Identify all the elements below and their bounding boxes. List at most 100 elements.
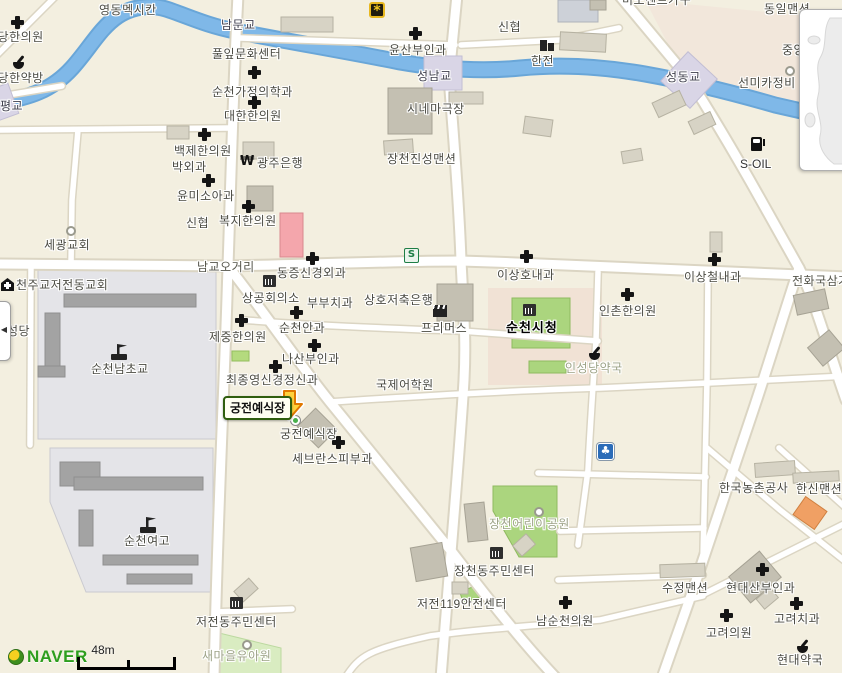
label-yunsan-obgyn[interactable]: 윤산부인과 — [389, 44, 447, 58]
gas-station-icon[interactable] — [751, 137, 762, 151]
hospital-cross-icon[interactable] — [198, 128, 211, 141]
government-building-icon[interactable] — [490, 547, 503, 559]
government-building-icon[interactable] — [230, 597, 243, 609]
label-sangho-savings-bank[interactable]: 상호저축은행 — [364, 294, 433, 308]
label-suncheon-city-hall[interactable]: 순천시청 — [506, 321, 558, 336]
label-suncheon-eye-clinic[interactable]: 순천안과 — [279, 322, 325, 336]
label-jejung-clinic[interactable]: 제중한의원 — [209, 331, 267, 345]
label-catholic-jeojeon-church[interactable]: 천주교저전동교회 — [16, 279, 108, 293]
label-saemaeul-kindergarten[interactable]: 새마을유아원 — [202, 650, 271, 664]
hospital-cross-icon[interactable] — [290, 306, 303, 319]
label-dongjeung-neurosurgery[interactable]: 동증신경외과 — [277, 267, 346, 281]
hospital-cross-icon[interactable] — [790, 597, 803, 610]
hospital-cross-icon[interactable] — [248, 66, 261, 79]
label-s-oil[interactable]: S-OIL — [740, 158, 771, 172]
pharmacy-icon[interactable] — [12, 56, 25, 69]
label-pulip-culture-center[interactable]: 풀잎문화센터 — [212, 48, 281, 62]
label-suncheon-girls-high[interactable]: 순천여고 — [124, 535, 170, 549]
label-jangcheon-childrens-park[interactable]: 장천어린이공원 — [489, 518, 570, 532]
label-segwang-church[interactable]: 세광교회 — [44, 239, 90, 253]
label-pyeong-bridge[interactable]: 평교 — [0, 100, 23, 114]
hospital-cross-icon[interactable] — [559, 596, 572, 609]
power-company-icon[interactable] — [540, 38, 555, 51]
overview-map-panel[interactable] — [799, 9, 842, 171]
hospital-cross-icon[interactable] — [248, 96, 261, 109]
label-severance-derm[interactable]: 세브란스피부과 — [292, 453, 373, 467]
park-tree-icon[interactable] — [597, 443, 614, 460]
label-mido-cent-furniture[interactable]: 미도센트가구 — [622, 0, 691, 8]
hospital-cross-icon[interactable] — [621, 288, 634, 301]
label-seonmi-car-repair[interactable]: 선미카정비 — [738, 77, 796, 91]
label-namsuncheon-clinic[interactable]: 남순천의원 — [536, 615, 594, 629]
hospital-cross-icon[interactable] — [308, 339, 321, 352]
label-bubu-dental[interactable]: 부부치과 — [307, 297, 353, 311]
label-goryeo-dental[interactable]: 고려치과 — [774, 613, 820, 627]
label-sujeong-mansion[interactable]: 수정맨션 — [662, 582, 708, 596]
junction-dot-icon[interactable] — [534, 507, 544, 517]
hospital-cross-icon[interactable] — [756, 563, 769, 576]
label-cinema-theater[interactable]: 시네마극장 — [407, 103, 465, 117]
label-hanshin-mansion[interactable]: 한신맨션 — [796, 483, 842, 497]
label-seongdong-bridge[interactable]: 성동교 — [666, 71, 701, 85]
label-baekje-clinic[interactable]: 백제한의원 — [174, 145, 232, 159]
label-international-language[interactable]: 국제어학원 — [376, 379, 434, 393]
label-hanjeon[interactable]: 한전 — [531, 55, 554, 69]
government-building-icon[interactable] — [263, 275, 276, 287]
label-goryeo-clinic[interactable]: 고려의원 — [706, 627, 752, 641]
collapse-side-panel[interactable]: ◀ — [0, 301, 11, 361]
junction-dot-icon[interactable] — [66, 226, 76, 236]
label-park-surgery[interactable]: 박외과 — [172, 161, 207, 175]
hospital-cross-icon[interactable] — [202, 174, 215, 187]
label-primus[interactable]: 프리머스 — [421, 322, 467, 336]
hospital-cross-icon[interactable] — [235, 314, 248, 327]
label-inchon-clinic[interactable]: 인촌한의원 — [599, 305, 657, 319]
label-hyundai-obgyn[interactable]: 현대산부인과 — [726, 582, 795, 596]
label-namgyo-intersection[interactable]: 남교오거리 — [197, 261, 255, 275]
label-insungdang-pharmacy[interactable]: 인성당약국 — [565, 362, 623, 376]
hospital-cross-icon[interactable] — [269, 360, 282, 373]
junction-dot-icon[interactable] — [785, 66, 795, 76]
label-nammun-bridge[interactable]: 남문교 — [221, 19, 256, 33]
hospital-cross-icon[interactable] — [11, 16, 24, 29]
place-highlight-label[interactable]: 궁전예식장 — [223, 396, 292, 420]
label-gungjeon-wedding-hall[interactable]: 궁전예식장 — [280, 428, 338, 442]
cinema-icon[interactable] — [433, 305, 447, 317]
hospital-cross-icon[interactable] — [409, 27, 422, 40]
label-chodang-clinic[interactable]: 초당한의원 — [0, 31, 44, 45]
hospital-cross-icon[interactable] — [332, 436, 345, 449]
label-suncheon-nam-elementary[interactable]: 순천남초교 — [91, 363, 149, 377]
pharmacy-icon[interactable] — [588, 347, 601, 360]
label-shinhyup-south[interactable]: 신협 — [186, 217, 209, 231]
hospital-cross-icon[interactable] — [306, 252, 319, 265]
label-isangcheol-internal[interactable]: 이상철내과 — [684, 271, 742, 285]
label-daehan-clinic[interactable]: 대한한의원 — [224, 110, 282, 124]
map-canvas[interactable]: 초당한의원 초당한약방 영동멕시칸 남문교 풀잎문화센터 윤산부인과 신협 한전… — [0, 0, 842, 673]
savings-bank-icon[interactable] — [369, 2, 385, 18]
label-chamber-of-commerce[interactable]: 상공회의소 — [242, 292, 300, 306]
hospital-cross-icon[interactable] — [720, 609, 733, 622]
label-chodang-pharmacy[interactable]: 초당한약방 — [0, 72, 44, 86]
hospital-cross-icon[interactable] — [708, 253, 721, 266]
pharmacy-icon[interactable] — [796, 640, 809, 653]
won-bank-icon[interactable] — [240, 155, 254, 169]
naver-logo[interactable]: NAVER — [8, 647, 88, 667]
label-yeongdong-mexican[interactable]: 영동멕시칸 — [99, 4, 157, 18]
label-bokji-clinic[interactable]: 복지한의원 — [219, 215, 277, 229]
label-jeojeon-119-fire-center[interactable]: 저전119안전센터 — [417, 598, 507, 612]
government-building-icon[interactable] — [523, 304, 536, 316]
label-seongnam-bridge[interactable]: 성남교 — [417, 70, 452, 84]
label-jeonhwaguk-samgeori[interactable]: 전화국삼거리 — [792, 275, 842, 289]
label-nasan-obgyn[interactable]: 나산부인과 — [282, 353, 340, 367]
bank-logo-icon[interactable] — [404, 248, 419, 263]
label-choijongyoung-neuropsych[interactable]: 최종영신경정신과 — [226, 374, 318, 388]
junction-dot-icon[interactable] — [242, 640, 252, 650]
label-hyundai-pharmacy[interactable]: 현대약국 — [777, 654, 823, 668]
school-flag-icon[interactable] — [111, 344, 127, 360]
hospital-cross-icon[interactable] — [242, 200, 255, 213]
label-jangcheon-jinseong-mansion[interactable]: 장천진성맨션 — [387, 153, 456, 167]
hospital-cross-icon[interactable] — [520, 250, 533, 263]
label-shinhyup-north[interactable]: 신협 — [498, 21, 521, 35]
label-yunmi-pediatrics[interactable]: 윤미소아과 — [177, 190, 235, 204]
label-korea-rural-corp[interactable]: 한국농촌공사 — [719, 482, 788, 496]
label-jangcheon-community-center[interactable]: 장천동주민센터 — [454, 565, 535, 579]
